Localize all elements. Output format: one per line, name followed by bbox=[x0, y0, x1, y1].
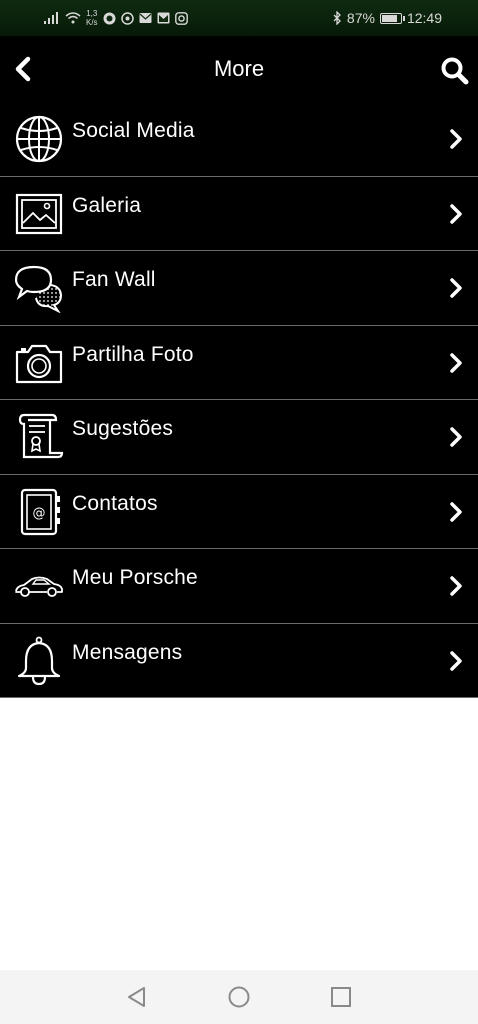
menu-list: Social Media Galeria Fan Wall Partilha F… bbox=[0, 102, 478, 698]
clock: 12:49 bbox=[406, 10, 442, 26]
whatsapp-business-icon bbox=[120, 11, 134, 25]
chevron-right-icon bbox=[450, 427, 462, 447]
scroll-certificate-icon bbox=[18, 413, 64, 459]
speech-bubbles-icon bbox=[14, 265, 63, 313]
menu-item-label: Mensagens bbox=[72, 640, 183, 664]
signal-icon bbox=[44, 12, 60, 24]
menu-item-galeria[interactable]: Galeria bbox=[0, 177, 478, 251]
menu-item-mensagens[interactable]: Mensagens bbox=[0, 624, 478, 698]
chevron-right-icon bbox=[450, 501, 462, 522]
menu-item-label: Meu Porsche bbox=[72, 566, 198, 589]
menu-item-contatos[interactable]: @ Contatos bbox=[0, 475, 478, 549]
wifi-icon bbox=[65, 12, 81, 24]
menu-item-label: Fan Wall bbox=[72, 268, 156, 291]
picture-icon bbox=[15, 193, 63, 234]
battery-percent: 87% bbox=[346, 10, 375, 26]
menu-item-social-media[interactable]: Social Media bbox=[0, 102, 478, 177]
bluetooth-icon bbox=[333, 11, 342, 25]
back-triangle-icon bbox=[128, 987, 145, 1007]
menu-item-label: Sugestões bbox=[72, 417, 174, 440]
battery-level bbox=[381, 14, 398, 22]
mail-icon bbox=[139, 12, 152, 24]
chevron-right-icon bbox=[450, 129, 462, 149]
instagram-icon bbox=[174, 11, 188, 25]
menu-item-label: Galeria bbox=[72, 193, 142, 217]
search-icon bbox=[441, 57, 469, 85]
chevron-right-icon bbox=[450, 278, 462, 298]
recents-square-icon bbox=[331, 987, 351, 1007]
chevron-right-icon bbox=[450, 352, 462, 373]
camera-icon bbox=[15, 344, 63, 383]
menu-item-label: Contatos bbox=[72, 491, 158, 515]
nav-home-button[interactable] bbox=[226, 984, 252, 1010]
chevron-right-icon bbox=[450, 650, 462, 671]
gmail-icon bbox=[157, 12, 170, 24]
network-speed: 1,3 K/s bbox=[86, 9, 98, 27]
menu-item-meu-porsche[interactable]: Meu Porsche bbox=[0, 549, 478, 624]
chevron-right-icon bbox=[450, 203, 462, 224]
nav-back-button[interactable] bbox=[124, 984, 150, 1010]
nav-recents-button[interactable] bbox=[328, 984, 354, 1010]
app-header: More bbox=[0, 36, 478, 102]
address-book-icon: @ bbox=[20, 488, 60, 535]
menu-item-label: Social Media bbox=[72, 119, 195, 142]
status-bar-right: 87% 12:49 bbox=[333, 10, 442, 26]
whatsapp-icon bbox=[103, 12, 116, 25]
system-nav-bar bbox=[0, 970, 478, 1024]
menu-item-label: Partilha Foto bbox=[72, 342, 194, 366]
menu-item-fan-wall[interactable]: Fan Wall bbox=[0, 251, 478, 326]
search-button[interactable] bbox=[440, 56, 470, 86]
chevron-right-icon bbox=[450, 576, 462, 596]
home-circle-icon bbox=[228, 986, 250, 1008]
network-speed-unit: K/s bbox=[86, 18, 98, 27]
car-icon bbox=[15, 576, 63, 597]
network-speed-value: 1,3 bbox=[86, 9, 98, 18]
menu-item-sugestoes[interactable]: Sugestões bbox=[0, 400, 478, 475]
page-title: More bbox=[213, 56, 265, 81]
bell-icon bbox=[17, 636, 61, 685]
status-bar-left: 1,3 K/s bbox=[44, 9, 188, 27]
svg-text:@: @ bbox=[33, 506, 46, 521]
status-bar: 1,3 K/s 87% 12:49 bbox=[0, 0, 478, 36]
globe-icon bbox=[15, 115, 63, 163]
battery-icon bbox=[379, 12, 405, 24]
menu-item-partilha-foto[interactable]: Partilha Foto bbox=[0, 326, 478, 400]
